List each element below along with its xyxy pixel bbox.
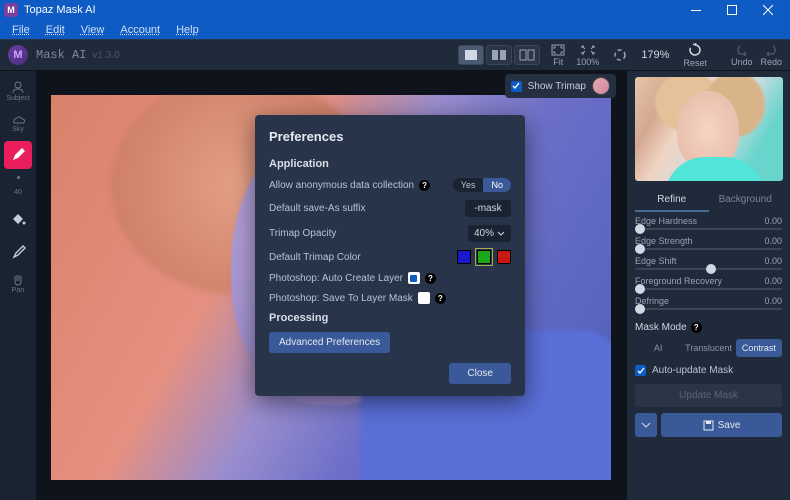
pref-data-label: Allow anonymous data collection (269, 180, 414, 191)
tool-subject[interactable]: Subject (4, 77, 32, 105)
view-mode-group (458, 45, 540, 65)
slider-defringe: Defringe0.00 (635, 296, 782, 310)
top-toolbar: M Mask AI v1.3.0 Fit 100% 179% Reset Und… (0, 39, 790, 71)
trimap-swatch[interactable] (592, 77, 610, 95)
opacity-select[interactable]: 40% (468, 225, 511, 242)
redo-button[interactable]: Redo (760, 44, 782, 67)
slider-edge-hardness: Edge Hardness0.00 (635, 216, 782, 230)
left-toolbar: Subject Sky 40 Pan (0, 71, 36, 500)
pref-ps-mask-label: Photoshop: Save To Layer Mask (269, 293, 413, 304)
zoom-100-button[interactable]: 100% (576, 44, 599, 67)
trimap-checkbox[interactable] (511, 81, 522, 92)
tab-background[interactable]: Background (709, 189, 783, 212)
view-single-button[interactable] (458, 45, 484, 65)
slider-edge-shift: Edge Shift0.00 (635, 256, 782, 270)
advanced-preferences-button[interactable]: Advanced Preferences (269, 332, 390, 353)
slider-thumb[interactable] (635, 224, 645, 234)
reset-button[interactable]: Reset (683, 43, 707, 68)
menu-view[interactable]: View (73, 22, 113, 38)
dialog-title: Preferences (269, 129, 511, 144)
pref-color-label: Default Trimap Color (269, 252, 361, 263)
help-icon[interactable]: ? (691, 322, 702, 333)
tool-pan[interactable]: Pan (4, 269, 32, 297)
data-collection-toggle[interactable]: YesNo (453, 178, 511, 192)
menu-edit[interactable]: Edit (38, 22, 73, 38)
minimize-button[interactable] (678, 0, 714, 20)
suffix-input[interactable]: -mask (465, 200, 511, 217)
zoom-percent[interactable]: 179% (641, 49, 669, 61)
ps-layer-checkbox[interactable] (408, 272, 420, 284)
slider-thumb[interactable] (635, 284, 645, 294)
view-split-button[interactable] (486, 45, 512, 65)
slider-edge-strength: Edge Strength0.00 (635, 236, 782, 250)
update-mask-button[interactable]: Update Mask (635, 384, 782, 407)
slider-foreground-recovery: Foreground Recovery0.00 (635, 276, 782, 290)
tool-fill[interactable] (4, 205, 32, 233)
menu-file[interactable]: File (4, 22, 38, 38)
window-titlebar: M Topaz Mask AI (0, 0, 790, 20)
show-trimap-toggle[interactable]: Show Trimap (505, 74, 616, 98)
result-preview (635, 77, 783, 181)
slider-thumb[interactable] (635, 244, 645, 254)
slider-thumb[interactable] (706, 264, 716, 274)
processing-indicator (613, 48, 627, 62)
save-options-button[interactable] (635, 413, 657, 437)
help-icon[interactable]: ? (435, 293, 446, 304)
zoom-fit-button[interactable]: Fit (550, 44, 566, 67)
undo-button[interactable]: Undo (731, 44, 753, 67)
tool-size[interactable]: 40 (4, 173, 32, 201)
mask-mode-ai[interactable]: AI (635, 339, 681, 357)
help-icon[interactable]: ? (425, 273, 436, 284)
mask-mode-contrast[interactable]: Contrast (736, 339, 782, 357)
color-blue[interactable] (457, 250, 471, 264)
close-button[interactable] (750, 0, 786, 20)
brand-name: Mask AI (36, 48, 86, 62)
pref-suffix-label: Default save-As suffix (269, 203, 366, 214)
tool-brush[interactable] (4, 141, 32, 169)
auto-update-checkbox[interactable] (635, 365, 646, 376)
maximize-button[interactable] (714, 0, 750, 20)
dialog-close-button[interactable]: Close (449, 363, 511, 384)
menu-bar: File Edit View Account Help (0, 20, 790, 39)
color-green[interactable] (477, 250, 491, 264)
pref-ps-layer-label: Photoshop: Auto Create Layer (269, 273, 403, 284)
section-application: Application (269, 158, 511, 170)
mask-mode-translucent[interactable]: Translucent (683, 339, 734, 357)
tool-eyedropper[interactable] (4, 237, 32, 265)
save-button[interactable]: Save (661, 413, 782, 437)
version-label: v1.3.0 (92, 50, 119, 61)
auto-update-toggle[interactable]: Auto-update Mask (635, 365, 782, 376)
pref-opacity-label: Trimap Opacity (269, 228, 336, 239)
view-side-button[interactable] (514, 45, 540, 65)
app-icon: M (4, 3, 18, 17)
trimap-color-swatches (457, 250, 511, 264)
preferences-dialog: Preferences Application Allow anonymous … (255, 115, 525, 396)
section-processing: Processing (269, 312, 511, 324)
tab-refine[interactable]: Refine (635, 189, 709, 212)
menu-help[interactable]: Help (168, 22, 207, 38)
right-panel: Refine Background Edge Hardness0.00 Edge… (626, 71, 790, 500)
ps-mask-checkbox[interactable] (418, 292, 430, 304)
slider-thumb[interactable] (635, 304, 645, 314)
window-title: Topaz Mask AI (24, 4, 678, 16)
help-icon[interactable]: ? (419, 180, 430, 191)
brand-icon: M (8, 45, 28, 65)
mask-mode-label: Mask Mode? (635, 322, 782, 333)
trimap-label: Show Trimap (528, 81, 586, 92)
chevron-down-icon (497, 231, 505, 236)
tool-sky[interactable]: Sky (4, 109, 32, 137)
menu-account[interactable]: Account (112, 22, 168, 38)
save-icon (703, 420, 714, 431)
color-red[interactable] (497, 250, 511, 264)
